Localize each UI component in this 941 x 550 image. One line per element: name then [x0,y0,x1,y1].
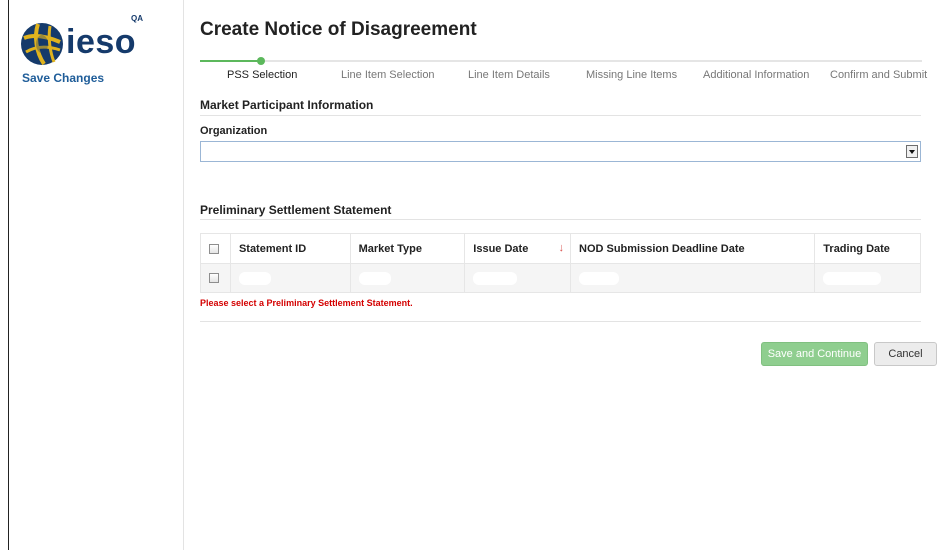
wizard-track [200,60,922,62]
page-title: Create Notice of Disagreement [200,19,477,40]
dropdown-arrow-icon[interactable] [906,145,918,158]
wizard-step-confirm-and-submit[interactable]: Confirm and Submit [830,69,927,81]
wizard-step-missing-line-items[interactable]: Missing Line Items [586,69,677,81]
wizard-progress-fill [200,60,261,62]
column-header-market-type[interactable]: Market Type [351,234,466,263]
organization-select[interactable] [200,141,921,162]
globe-logo-icon [21,23,63,66]
redacted-value [238,271,271,285]
save-changes-link[interactable]: Save Changes [22,71,104,85]
redacted-value [473,271,518,285]
sidebar: ieso QA Save Changes [9,0,184,550]
column-header-statement-id[interactable]: Statement ID [231,234,351,263]
row-select-cell [201,264,231,292]
section-divider [200,115,921,116]
ieso-logo: ieso [20,22,136,66]
row-checkbox[interactable] [209,273,219,283]
cancel-button[interactable]: Cancel [874,342,937,366]
wizard-current-step-dot [257,57,265,65]
pss-table-header: Statement ID Market Type Issue Date ↓ NO… [201,234,920,263]
main-content: Create Notice of Disagreement PSS Select… [184,0,941,550]
section-divider [200,321,921,322]
column-header-issue-date-label: Issue Date [473,242,529,255]
wizard-step-additional-information[interactable]: Additional Information [703,69,809,81]
wizard-step-line-item-details[interactable]: Line Item Details [468,69,550,81]
redacted-value [579,271,619,285]
select-all-checkbox[interactable] [209,243,219,254]
market-participant-section-title: Market Participant Information [200,98,374,112]
pss-table: Statement ID Market Type Issue Date ↓ NO… [200,233,921,293]
logo-wordmark: ieso [66,23,137,61]
environment-badge: QA [131,14,143,23]
validation-error: Please select a Preliminary Settlement S… [200,298,413,308]
wizard-progress: PSS Selection Line Item Selection Line I… [200,54,927,84]
redacted-value [823,271,882,285]
trading-date-cell [815,264,920,292]
wizard-step-pss-selection[interactable]: PSS Selection [227,69,297,81]
organization-label: Organization [200,125,268,137]
nod-deadline-cell [571,264,816,292]
pss-section-title: Preliminary Settlement Statement [200,203,392,217]
statement-id-cell [231,264,351,292]
table-row[interactable] [201,263,920,292]
sort-descending-icon: ↓ [558,242,565,254]
market-type-cell [351,264,466,292]
column-header-trading-date[interactable]: Trading Date [815,234,920,263]
wizard-step-line-item-selection[interactable]: Line Item Selection [341,69,435,81]
issue-date-cell [465,264,571,292]
save-and-continue-button[interactable]: Save and Continue [761,342,868,366]
column-header-issue-date[interactable]: Issue Date ↓ [465,234,571,263]
section-divider [200,219,921,220]
select-all-cell [201,234,231,263]
column-header-nod-deadline[interactable]: NOD Submission Deadline Date [571,234,816,263]
redacted-value [358,271,391,285]
